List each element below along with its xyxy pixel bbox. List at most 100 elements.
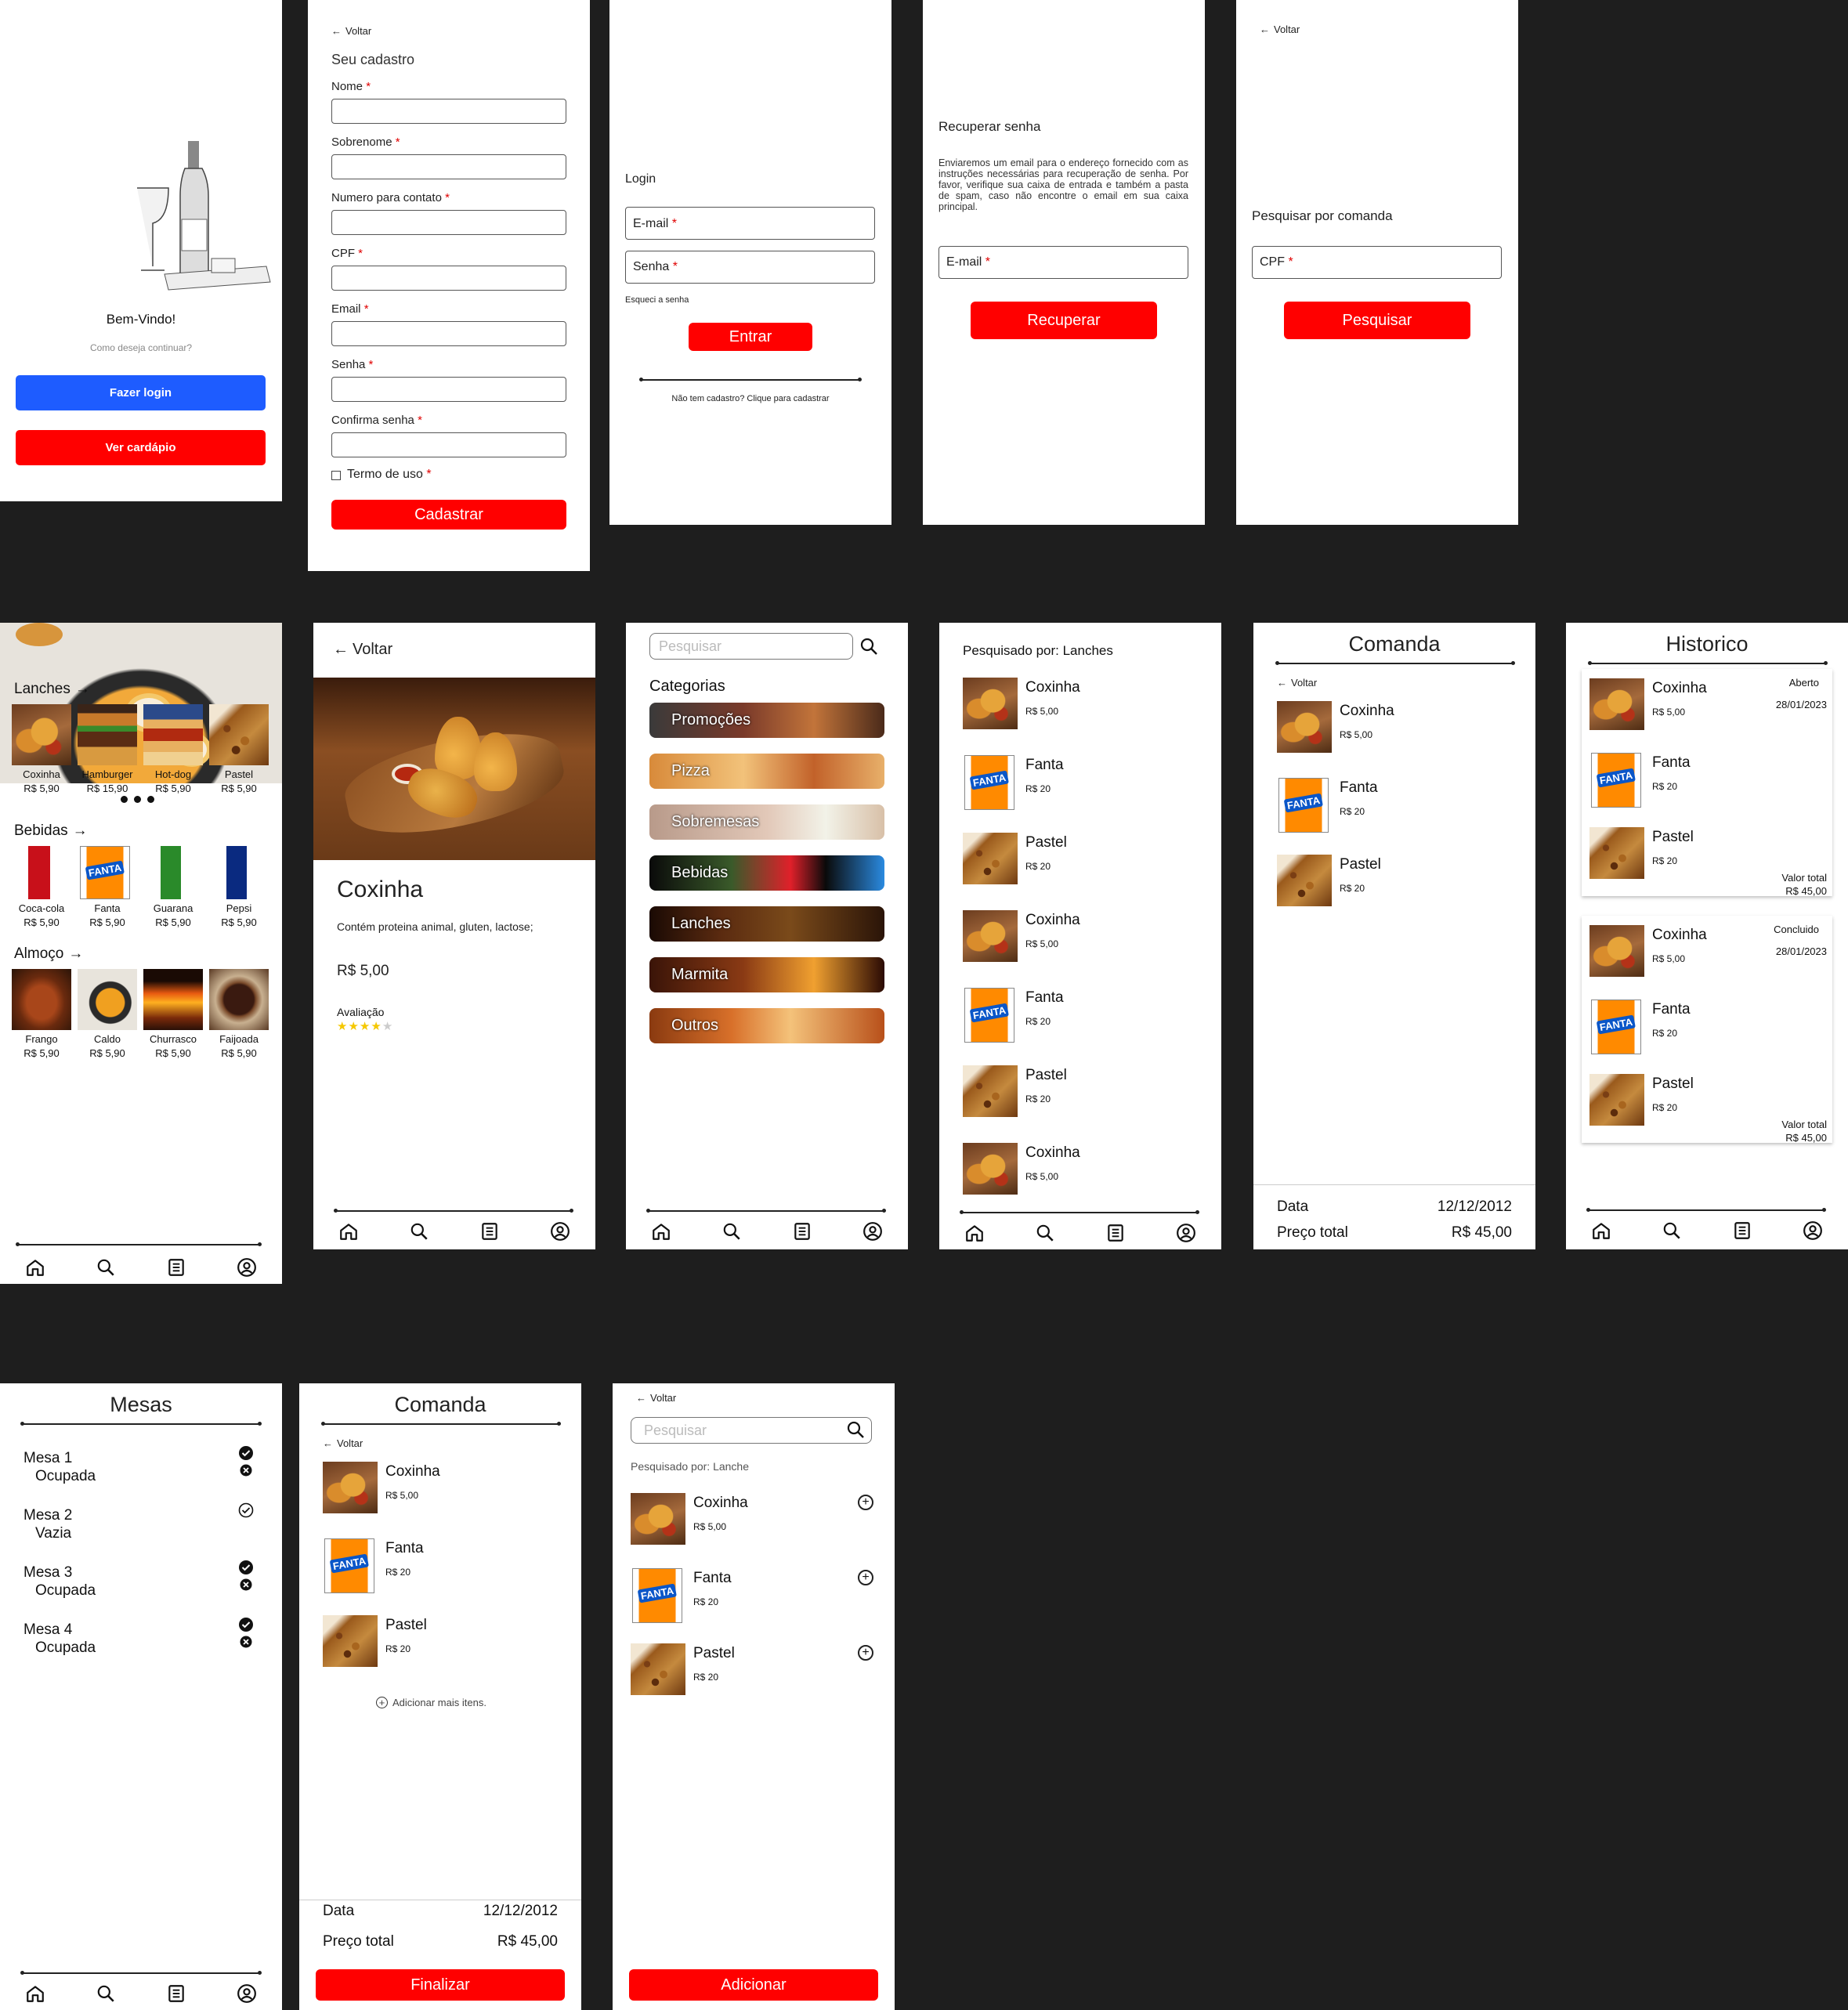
menu-section-title[interactable]: Bebidas → — [14, 822, 88, 840]
menu-section-title[interactable]: Almoço → — [14, 945, 83, 963]
back-link[interactable]: ← Voltar — [333, 641, 392, 659]
search-icon[interactable] — [1032, 1220, 1058, 1246]
star-icon[interactable]: ★ — [337, 1020, 348, 1033]
rating-stars[interactable]: ★★★★★ — [337, 1019, 393, 1033]
login-submit-button[interactable]: Entrar — [689, 323, 812, 351]
profile-icon[interactable] — [859, 1218, 886, 1245]
search-submit-button[interactable]: Pesquisar — [1284, 302, 1470, 339]
carousel-dots[interactable] — [121, 796, 154, 803]
check-circle-icon[interactable] — [238, 1445, 254, 1465]
search-icon[interactable] — [406, 1218, 432, 1245]
comanda-finalize-screen: Comanda ←Voltar Coxinha R$ 5,00 Fanta R$ 20… — [299, 1383, 581, 2010]
menu-item-image[interactable] — [143, 704, 203, 765]
check-circle-icon[interactable] — [238, 1502, 254, 1522]
menu-item-image[interactable] — [78, 704, 137, 765]
history-title: Historico — [1665, 632, 1749, 656]
add-more-items-link[interactable]: + Adicionar mais itens. — [376, 1697, 486, 1708]
search-icon[interactable] — [1658, 1217, 1685, 1244]
list-icon[interactable] — [163, 1254, 190, 1281]
menu-item-price: R$ 5,90 — [155, 783, 191, 794]
item-name: Fanta — [1025, 989, 1064, 1006]
home-icon[interactable] — [22, 1254, 49, 1281]
menu-item-price: R$ 5,90 — [89, 1047, 125, 1059]
star-icon[interactable]: ★ — [371, 1020, 382, 1033]
menu-item-image[interactable] — [14, 846, 64, 899]
menu-item-image[interactable] — [209, 969, 269, 1030]
menu-section-title[interactable]: Lanches → — [14, 681, 90, 698]
table-status: Ocupada — [35, 1582, 96, 1599]
category-item[interactable]: Outros — [649, 1008, 884, 1043]
category-item[interactable]: Promoções — [649, 703, 884, 738]
close-circle-icon[interactable] — [240, 1578, 252, 1595]
category-item[interactable]: Pizza — [649, 754, 884, 789]
home-icon[interactable] — [648, 1218, 674, 1245]
item-image — [963, 1143, 1018, 1195]
signup-input[interactable] — [331, 154, 566, 179]
check-circle-icon[interactable] — [238, 1617, 254, 1636]
home-icon[interactable] — [335, 1218, 362, 1245]
category-item[interactable]: Marmita — [649, 957, 884, 992]
home-icon[interactable] — [1588, 1217, 1615, 1244]
add-item-button[interactable]: + — [858, 1570, 873, 1585]
search-icon[interactable] — [718, 1218, 745, 1245]
close-circle-icon[interactable] — [240, 1464, 252, 1480]
menu-item-image[interactable] — [212, 846, 262, 899]
star-icon[interactable]: ★ — [348, 1020, 359, 1033]
menu-item-image[interactable] — [12, 969, 71, 1030]
menu-item-image[interactable] — [80, 846, 130, 899]
register-link[interactable]: Não tem cadastro? Clique para cadastrar — [609, 394, 891, 403]
add-item-button[interactable]: + — [858, 1495, 873, 1510]
list-icon[interactable] — [1729, 1217, 1756, 1244]
star-icon[interactable]: ★ — [382, 1020, 393, 1033]
category-item[interactable]: Lanches — [649, 906, 884, 942]
home-icon[interactable] — [22, 1980, 49, 2007]
profile-icon[interactable] — [1799, 1217, 1826, 1244]
back-link[interactable]: ← Voltar — [323, 1437, 363, 1449]
menu-item-image[interactable] — [78, 969, 137, 1030]
signup-input[interactable] — [331, 432, 566, 457]
add-button[interactable]: Adicionar — [629, 1969, 878, 2001]
forgot-password-link[interactable]: Esqueci a senha — [625, 295, 689, 305]
list-icon[interactable] — [163, 1980, 190, 2007]
search-icon[interactable] — [92, 1980, 119, 2007]
table-name: Mesa 4 — [24, 1621, 73, 1638]
recover-submit-button[interactable]: Recuperar — [971, 302, 1157, 339]
profile-icon[interactable] — [1173, 1220, 1199, 1246]
login-screen: Login E-mail * Senha * Esqueci a senha E… — [609, 0, 891, 525]
search-icon[interactable] — [92, 1254, 119, 1281]
signup-input[interactable] — [331, 210, 566, 235]
menu-item-image[interactable] — [146, 846, 196, 899]
add-item-button[interactable]: + — [858, 1645, 873, 1661]
search-icon[interactable] — [846, 1420, 865, 1443]
menu-item-image[interactable] — [143, 969, 203, 1030]
signup-input[interactable] — [331, 377, 566, 402]
list-icon[interactable] — [789, 1218, 816, 1245]
login-button[interactable]: Fazer login — [16, 375, 266, 410]
menu-screen: Lanches → Coxinha R$ 5,90 Hamburger R$ 15,90 H… — [0, 623, 282, 1284]
profile-icon[interactable] — [233, 1254, 260, 1281]
signup-input[interactable] — [331, 266, 566, 291]
menu-item-image[interactable] — [209, 704, 269, 765]
category-item[interactable]: Bebidas — [649, 855, 884, 891]
list-icon[interactable] — [476, 1218, 503, 1245]
back-link[interactable]: ← Voltar — [1260, 23, 1300, 35]
back-link[interactable]: ← Voltar — [636, 1392, 676, 1404]
check-circle-icon[interactable] — [238, 1560, 254, 1579]
back-link[interactable]: ← Voltar — [331, 25, 371, 37]
profile-icon[interactable] — [547, 1218, 573, 1245]
list-icon[interactable] — [1102, 1220, 1129, 1246]
signup-submit-button[interactable]: Cadastrar — [331, 500, 566, 530]
close-circle-icon[interactable] — [240, 1636, 252, 1652]
signup-input[interactable] — [331, 99, 566, 124]
home-icon[interactable] — [961, 1220, 988, 1246]
back-link[interactable]: ← Voltar — [1277, 677, 1317, 689]
terms-checkbox[interactable] — [331, 471, 341, 480]
search-icon[interactable] — [859, 637, 878, 660]
menu-button[interactable]: Ver cardápio — [16, 430, 266, 465]
profile-icon[interactable] — [233, 1980, 260, 2007]
category-item[interactable]: Sobremesas — [649, 804, 884, 840]
finalize-button[interactable]: Finalizar — [316, 1969, 565, 2001]
star-icon[interactable]: ★ — [360, 1020, 371, 1033]
menu-item-image[interactable] — [12, 704, 71, 765]
signup-input[interactable] — [331, 321, 566, 346]
